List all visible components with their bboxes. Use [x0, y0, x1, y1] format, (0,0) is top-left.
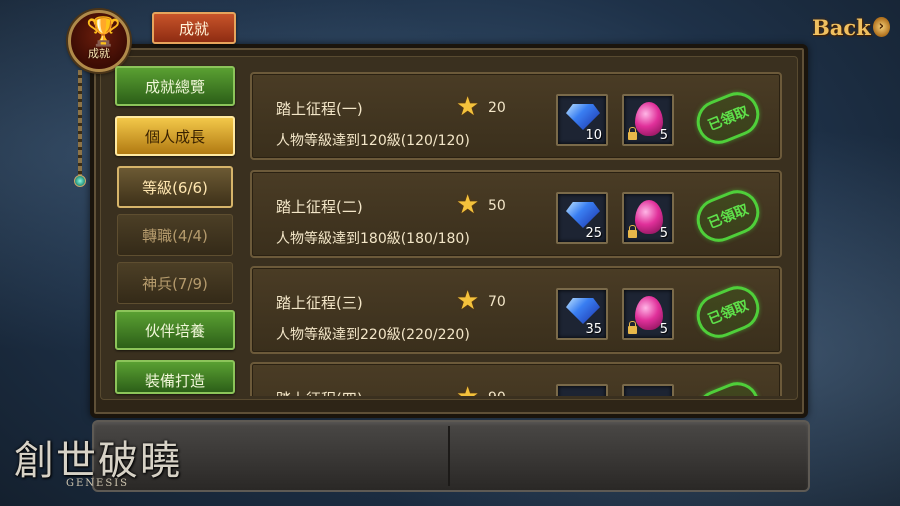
sidebar-item-label: 成就總覽	[144, 77, 205, 96]
reward-slot-pink-gem[interactable]: 5	[622, 288, 674, 340]
star-icon: ★	[456, 384, 482, 396]
achievement-desc: 人物等級達到120級(120/120)	[276, 133, 470, 149]
chain-decoration	[78, 70, 82, 180]
reward-slot-diamond[interactable]: 25	[556, 192, 608, 244]
sidebar-item-personal-growth[interactable]: 個人成長	[115, 116, 235, 156]
reward-slot-pink-gem[interactable]: 5	[622, 94, 674, 146]
trophy-icon: 🏆	[86, 15, 121, 48]
claimed-stamp: 已領取	[690, 279, 766, 345]
star-icon: ★	[456, 286, 480, 316]
claimed-label: 已領取	[705, 201, 751, 233]
sidebar-item-label: 伙伴培養	[144, 321, 205, 340]
achievement-row: 踏上征程(三) ★ 70 人物等級達到220級(220/220) 35 5 已領…	[250, 266, 782, 354]
bottom-divider	[448, 426, 450, 486]
blue-diamond-icon	[566, 298, 600, 324]
emblem-label: 成就	[88, 47, 110, 60]
sidebar-subitem-level[interactable]: 等級(6/6)	[117, 166, 233, 208]
star-icon: ★	[456, 190, 480, 220]
sidebar-item-label: 等級(6/6)	[142, 178, 208, 197]
logo-subtitle: GENESIS	[66, 478, 129, 489]
reward-count: 35	[585, 322, 602, 337]
trophy-emblem: 🏆 成就	[68, 10, 130, 72]
achievement-points: 50	[488, 198, 506, 214]
sidebar-item-overview[interactable]: 成就總覽	[115, 66, 235, 106]
lock-icon	[628, 127, 637, 140]
reward-slot-diamond[interactable]: 35	[556, 288, 608, 340]
reward-count: 10	[585, 128, 602, 143]
claimed-stamp: 已領取	[690, 183, 766, 249]
game-logo: 創世破曉 GENESIS	[14, 428, 184, 492]
reward-count: 5	[659, 226, 668, 241]
sidebar-subitem-job-change[interactable]: 轉職(4/4)	[117, 214, 233, 256]
sidebar-item-label: 裝備打造	[144, 372, 205, 390]
reward-slot-pink-gem[interactable]	[622, 384, 674, 396]
chain-gem-icon	[74, 175, 86, 187]
achievement-title: 踏上征程(二)	[276, 198, 363, 216]
sidebar-item-label: 神兵(7/9)	[142, 274, 208, 293]
reward-slot-pink-gem[interactable]: 5	[622, 192, 674, 244]
achievement-title: 踏上征程(一)	[276, 100, 363, 118]
reward-slot-diamond[interactable]	[556, 384, 608, 396]
lock-icon	[628, 321, 637, 334]
achievement-desc: 人物等級達到180級(180/180)	[276, 231, 470, 247]
star-icon: ★	[456, 92, 480, 122]
claimed-stamp: 已領取	[690, 85, 766, 151]
blue-diamond-icon	[566, 202, 600, 228]
achievement-row: 踏上征程(四) ★ 90	[250, 362, 782, 396]
blue-diamond-icon	[566, 104, 600, 130]
reward-count: 5	[659, 128, 668, 143]
bottom-bar	[92, 420, 810, 492]
achievement-row: 踏上征程(一) ★ 20 人物等級達到120級(120/120) 10 5 已領…	[250, 72, 782, 160]
achievement-title: 踏上征程(四)	[276, 388, 363, 396]
sidebar-subitem-divine-weapon[interactable]: 神兵(7/9)	[117, 262, 233, 304]
achievement-points: 70	[488, 294, 506, 310]
lock-icon	[628, 225, 637, 238]
reward-count: 5	[659, 322, 668, 337]
sidebar-item-label: 個人成長	[144, 127, 205, 146]
back-label: Back	[812, 14, 871, 40]
claimed-stamp	[690, 375, 766, 396]
sidebar-item-partner-training[interactable]: 伙伴培養	[115, 310, 235, 350]
achievement-row: 踏上征程(二) ★ 50 人物等級達到180級(180/180) 25 5 已領…	[250, 170, 782, 258]
back-arrow-icon: ›	[872, 17, 890, 37]
achievement-points: 20	[488, 100, 506, 116]
achievement-desc: 人物等級達到220級(220/220)	[276, 327, 470, 343]
sidebar-item-equipment-forging[interactable]: 裝備打造	[115, 360, 235, 394]
claimed-label: 已領取	[705, 103, 751, 135]
reward-count: 25	[585, 226, 602, 241]
achievement-list[interactable]: 踏上征程(一) ★ 20 人物等級達到120級(120/120) 10 5 已領…	[250, 68, 782, 396]
reward-slot-diamond[interactable]: 10	[556, 94, 608, 146]
tab-achievements-label: 成就	[178, 19, 209, 38]
back-button[interactable]: Back ›	[812, 12, 890, 42]
achievement-points: 90	[488, 390, 506, 396]
claimed-label: 已領取	[705, 297, 751, 329]
sidebar-item-label: 轉職(4/4)	[142, 226, 208, 245]
tab-achievements[interactable]: 成就	[152, 12, 236, 44]
achievement-title: 踏上征程(三)	[276, 294, 363, 312]
